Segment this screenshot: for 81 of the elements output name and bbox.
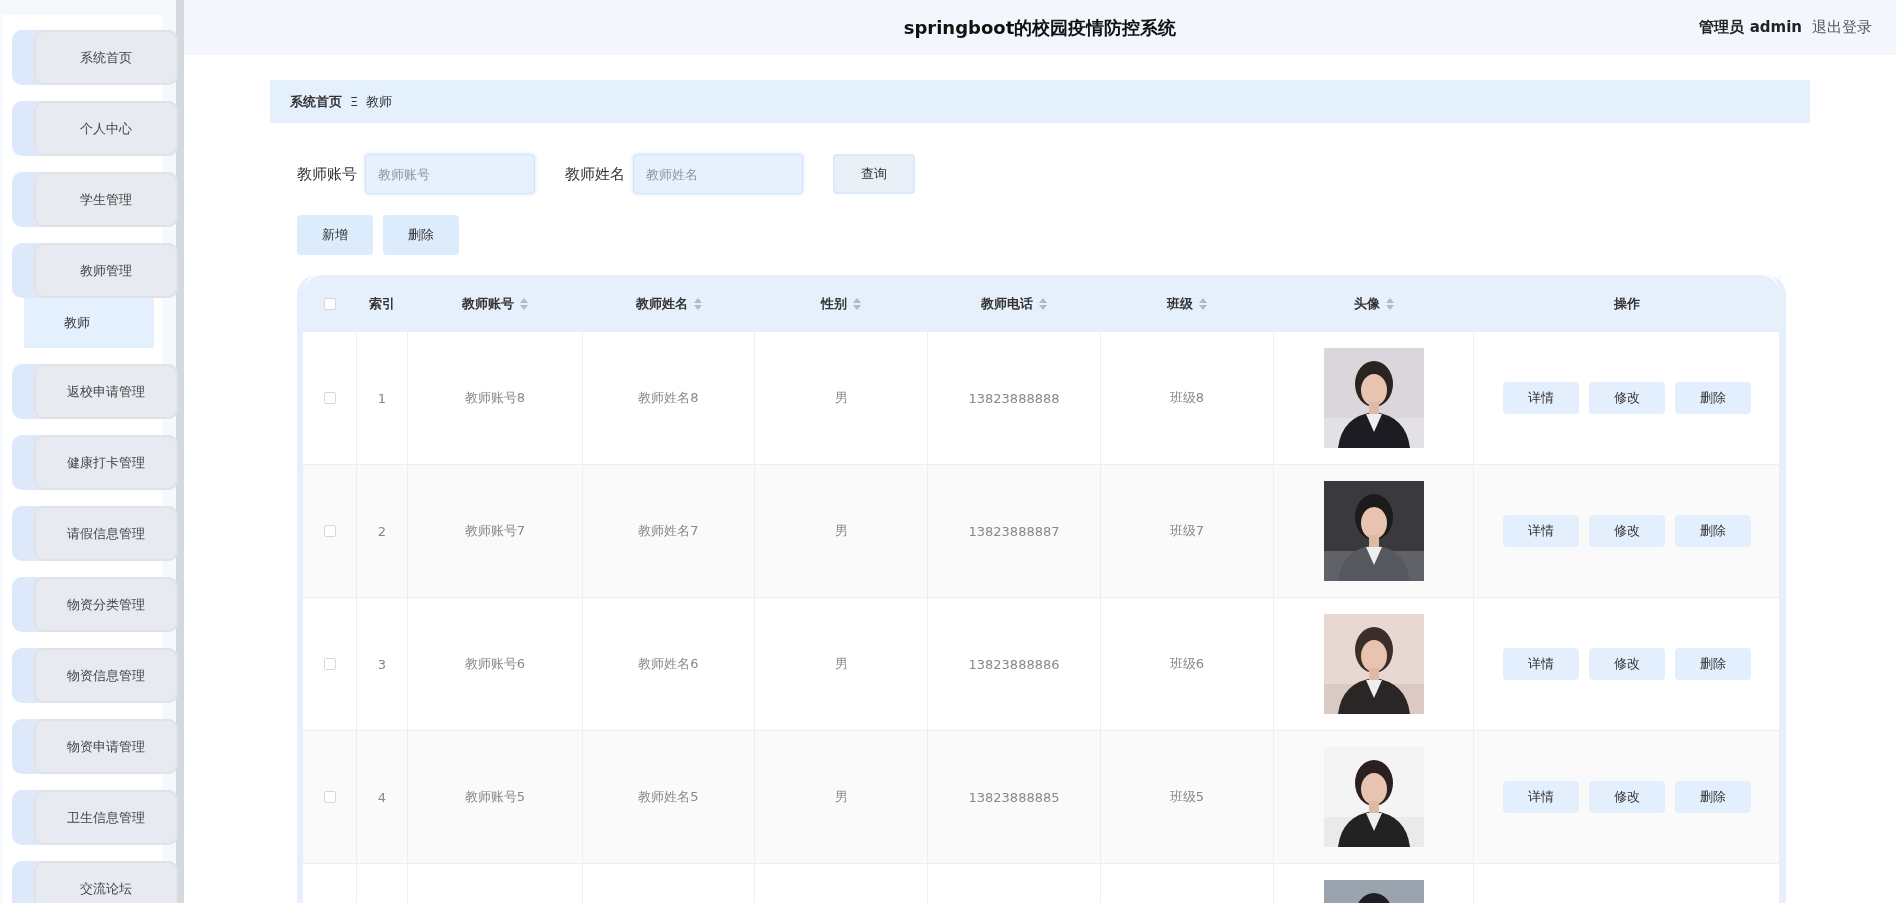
column-header: 教师电话	[981, 294, 1033, 313]
checkbox[interactable]	[323, 791, 336, 803]
sidebar-item[interactable]: 请假信息管理	[34, 506, 178, 561]
details-button[interactable]: 详情	[1502, 648, 1579, 680]
user-label: 管理员 admin	[1699, 18, 1802, 37]
table-cell: 3	[377, 656, 387, 672]
table-cell: 教师账号5	[464, 788, 526, 806]
checkbox[interactable]	[323, 297, 336, 310]
sort-icon[interactable]	[1385, 297, 1394, 310]
table-cell: 教师姓名7	[638, 522, 699, 540]
table-cell: 男	[834, 389, 848, 407]
search-button[interactable]: 查询	[833, 154, 915, 194]
delete-button[interactable]: 删除	[1674, 781, 1751, 813]
search-field[interactable]: 教师姓名	[633, 154, 803, 194]
delete-button[interactable]: 删除	[1674, 515, 1751, 547]
sort-icon[interactable]	[520, 297, 528, 310]
sort-icon[interactable]	[693, 297, 702, 310]
column-header: 索引	[369, 294, 395, 313]
field-label: 教师账号	[297, 164, 357, 184]
checkbox[interactable]	[323, 658, 336, 670]
sidebar-item[interactable]: 学生管理	[34, 172, 178, 227]
sidebar-item[interactable]: 卫生信息管理	[34, 790, 178, 845]
delete-button[interactable]: 删除	[1674, 382, 1751, 414]
delete-button[interactable]: 删除	[383, 215, 459, 255]
table-cell: 4	[377, 789, 387, 805]
table-cell: 班级5	[1169, 788, 1205, 806]
table-cell: 男	[834, 655, 848, 673]
breadcrumb-item[interactable]: 系统首页	[290, 92, 342, 111]
table-cell: 班级7	[1169, 522, 1205, 540]
table-cell: 教师姓名6	[638, 655, 699, 673]
breadcrumb-item[interactable]: 教师	[366, 92, 393, 111]
details-button[interactable]: 详情	[1502, 382, 1579, 414]
details-button[interactable]: 详情	[1502, 515, 1579, 547]
table-cell: 班级8	[1169, 389, 1205, 407]
sidebar-subitem[interactable]: 教师	[24, 298, 154, 348]
column-header: 班级	[1167, 294, 1193, 313]
table-cell: 13823888887	[968, 523, 1060, 539]
column-header: 教师姓名	[635, 294, 688, 313]
sidebar-item[interactable]: 教师管理	[34, 243, 178, 298]
table-cell: 教师姓名8	[638, 389, 699, 407]
table-cell: 1	[377, 390, 387, 406]
app-title: springboot的校园疫情防控系统	[903, 15, 1177, 40]
table-cell: 教师账号6	[464, 655, 526, 673]
edit-button[interactable]: 修改	[1588, 382, 1665, 414]
checkbox[interactable]	[323, 525, 336, 537]
table-cell: 2	[377, 523, 387, 539]
sort-icon[interactable]	[853, 297, 861, 310]
table-cell: 13823888885	[968, 789, 1060, 805]
delete-button[interactable]: 删除	[1674, 648, 1751, 680]
table-cell: 13823888888	[968, 390, 1060, 406]
table-cell: 男	[834, 522, 848, 540]
table-cell: 教师姓名5	[638, 788, 699, 806]
sort-icon[interactable]	[1039, 297, 1047, 310]
table-cell: 教师账号8	[464, 389, 526, 407]
field-label: 教师姓名	[565, 164, 625, 184]
edit-button[interactable]: 修改	[1588, 781, 1665, 813]
add-button[interactable]: 新增	[297, 215, 373, 255]
table-cell: 教师账号7	[464, 522, 526, 540]
column-header: 操作	[1613, 294, 1640, 313]
edit-button[interactable]: 修改	[1588, 515, 1665, 547]
edit-button[interactable]: 修改	[1588, 648, 1665, 680]
sidebar-item[interactable]: 健康打卡管理	[34, 435, 178, 490]
table-cell: 13823888886	[968, 656, 1060, 672]
sidebar-item[interactable]: 返校申请管理	[34, 364, 178, 419]
table-cell: 男	[834, 788, 848, 806]
sidebar-item[interactable]: 物资申请管理	[34, 719, 178, 774]
column-header: 教师账号	[462, 294, 514, 313]
search-field[interactable]: 教师账号	[365, 154, 535, 194]
column-header: 性别	[821, 294, 847, 313]
sidebar-item[interactable]: 个人中心	[34, 101, 178, 156]
checkbox[interactable]	[323, 392, 336, 404]
column-header: 头像	[1353, 294, 1380, 313]
sidebar-item[interactable]: 物资信息管理	[34, 648, 178, 703]
sort-icon[interactable]	[1199, 297, 1207, 310]
details-button[interactable]: 详情	[1502, 781, 1579, 813]
sidebar-item[interactable]: 物资分类管理	[34, 577, 178, 632]
sidebar-item[interactable]: 交流论坛	[34, 861, 178, 903]
sidebar-item[interactable]: 系统首页	[34, 30, 178, 85]
breadcrumb-separator: Ξ	[350, 94, 359, 109]
table-cell: 班级6	[1169, 655, 1205, 673]
logout-link[interactable]: 退出登录	[1812, 18, 1872, 37]
